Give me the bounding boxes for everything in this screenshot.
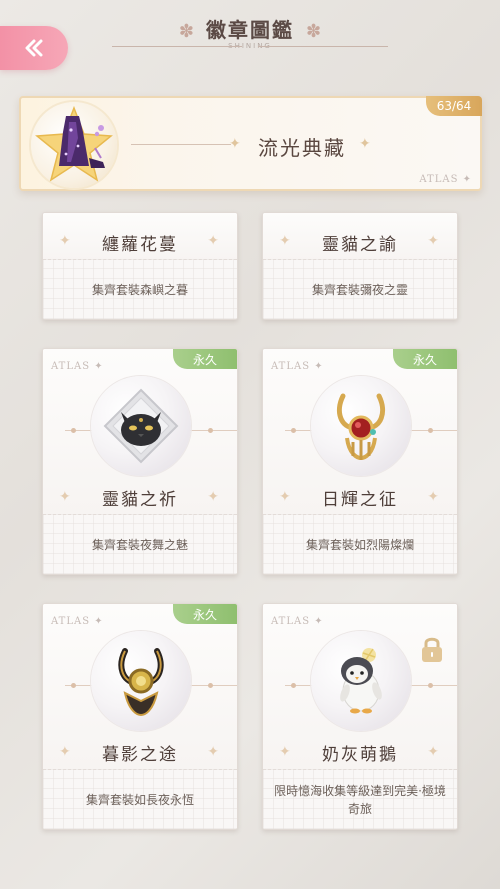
badge-description: 集齊套裝如烈陽燦爛 [263,514,457,574]
badge-atlas-screen: ✽ 徽章圖鑑 ✽ SHINING ✦ 流光典藏 ✦ 63/64 ATLAS ✦ [0,0,500,889]
card-header: ✦ 靈貓之諭 ✦ [263,213,457,261]
badge-card[interactable]: ATLAS ✦ 永久 ✦ 靈貓之祈 ✦ 集齊套裝夜舞之魅 [42,348,238,575]
badge-card[interactable]: ATLAS ✦ 永久 ✦ 暮影之途 ✦ 集齊套裝如長夜永恆 [42,603,238,830]
featured-badge-name: 流光典藏 [258,136,346,160]
page-title: 徽章圖鑑 [206,18,294,42]
card-header: ATLAS ✦ 永久 ✦ 靈貓之祈 ✦ [43,349,237,516]
dot [291,428,296,433]
dot [428,683,433,688]
dot [71,428,76,433]
sparkle-icon: ✦ [427,744,439,760]
black-cat-icon [103,388,179,464]
sparkle-icon: ✦ [427,233,439,249]
featured-badge-banner[interactable]: ✦ 流光典藏 ✦ 63/64 ATLAS ✦ [19,96,482,191]
badge-description: 集齊套裝夜舞之魅 [43,514,237,574]
sparkle-icon: ✦ [359,136,371,152]
dot [208,428,213,433]
atlas-watermark: ATLAS ✦ [51,361,104,372]
permanent-badge: 永久 [173,604,237,624]
badge-description: 集齊套裝如長夜永恆 [43,769,237,829]
sun-horns-emblem-icon [337,393,385,461]
atlas-watermark: ATLAS ✦ [51,616,104,627]
badge-card[interactable]: ATLAS ✦ 永久 ✦ 日輝之征 ✦ 集齊套裝如烈陽燦爛 [262,348,458,575]
permanent-badge: 永久 [393,349,457,369]
atlas-watermark: ATLAS ✦ [271,361,324,372]
sparkle-icon: ✦ [229,136,241,152]
card-header: ATLAS ✦ 永久 ✦ 日輝之征 ✦ [263,349,457,516]
badge-orb [311,631,411,731]
atlas-watermark: ATLAS ✦ [419,174,472,185]
dot [71,683,76,688]
permanent-badge: 永久 [173,349,237,369]
baby-penguin-icon [340,648,382,714]
page-header: ✽ 徽章圖鑑 ✽ SHINING [0,14,500,50]
card-header: ATLAS ✦ ✦ 奶灰萌鵝 ✦ [263,604,457,771]
collection-count-badge: 63/64 [426,96,482,116]
badge-orb [91,376,191,476]
flower-icon: ✽ [306,21,322,42]
page-subtitle: SHINING [228,42,272,50]
sparkle-icon: ✦ [207,489,219,505]
dot [291,683,296,688]
badge-description: 集齊套裝森嶼之暮 [43,259,237,319]
flower-icon: ✽ [178,21,194,42]
sparkle-icon: ✦ [427,489,439,505]
sparkle-icon: ✦ [207,744,219,760]
badge-orb [311,376,411,476]
atlas-watermark: ATLAS ✦ [271,616,324,627]
badge-card[interactable]: ✦ 靈貓之諭 ✦ 集齊套裝彌夜之靈 [262,212,458,320]
divider [258,46,388,47]
badge-card[interactable]: ✦ 纏蘿花蔓 ✦ 集齊套裝森嶼之暮 [42,212,238,320]
dark-horns-emblem-icon [118,648,164,717]
featured-badge-emblem [31,102,117,188]
sparkle-icon: ✦ [207,233,219,249]
card-header: ATLAS ✦ 永久 ✦ 暮影之途 ✦ [43,604,237,771]
badge-description: 集齊套裝彌夜之靈 [263,259,457,319]
dot [208,683,213,688]
divider [131,144,231,145]
lock-icon [422,637,442,662]
badge-orb [91,631,191,731]
dot [428,428,433,433]
badge-card-locked[interactable]: ATLAS ✦ ✦ 奶灰萌鵝 ✦ 限時憶海收集等級達到完美·極境奇旅 [262,603,458,830]
star-dress-icon [35,105,113,182]
divider [112,46,242,47]
card-header: ✦ 纏蘿花蔓 ✦ [43,213,237,261]
badge-description: 限時憶海收集等級達到完美·極境奇旅 [263,769,457,829]
